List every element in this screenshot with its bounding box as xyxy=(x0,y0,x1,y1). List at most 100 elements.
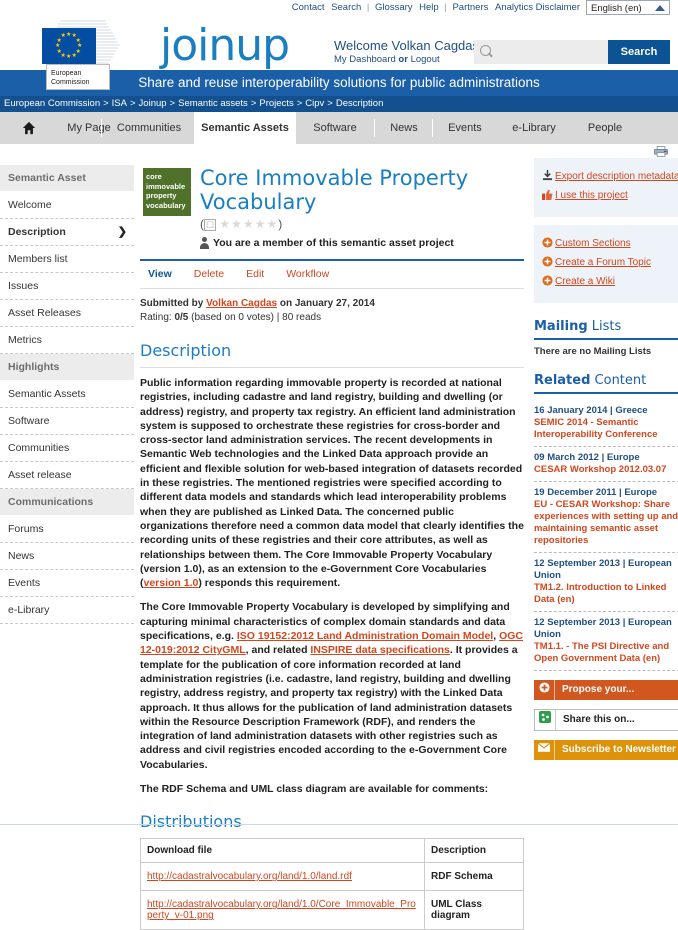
nav-tab-software[interactable]: Software xyxy=(296,112,374,144)
search-box[interactable] xyxy=(474,40,608,64)
cta-propose-your[interactable]: Propose your... xyxy=(534,680,678,700)
tab-delete[interactable]: Delete xyxy=(194,268,224,280)
submission-meta: Submitted by Volkan Cagdas on January 27… xyxy=(140,289,524,325)
related-content-item[interactable]: 12 September 2013 | European Union TM1.2.… xyxy=(534,553,678,612)
breadcrumb-item-joinup[interactable]: Joinup xyxy=(139,98,167,109)
nav-tab-people[interactable]: People xyxy=(572,112,638,144)
sidebar-item-forums[interactable]: Forums xyxy=(0,516,134,543)
table-header-row: Download file Description xyxy=(140,838,524,864)
nav-tab-semantic-assets[interactable]: Semantic Assets xyxy=(194,112,296,144)
search-input[interactable] xyxy=(496,43,606,63)
cta-share-this-on[interactable]: Share this on... xyxy=(534,709,678,731)
utility-link-partners[interactable]: Partners xyxy=(450,2,490,13)
nav-tab-news[interactable]: News xyxy=(376,112,432,144)
sidebar-item-events[interactable]: Events xyxy=(0,570,134,597)
breadcrumb-item-european-commission[interactable]: European Commission xyxy=(4,98,100,109)
related-content-item[interactable]: 16 January 2014 | Greece SEMIC 2014 - Sem… xyxy=(534,400,678,447)
inspire-data-specifications-link[interactable]: INSPIRE data specifications xyxy=(310,644,449,656)
related-content-item[interactable]: 19 December 2011 | Europe EU - CESAR Work… xyxy=(534,482,678,553)
language-selector[interactable]: English (en) xyxy=(586,0,670,15)
sidebar-item-label: Issues xyxy=(8,280,39,292)
nav-tab-communities[interactable]: Communities xyxy=(104,112,194,144)
star-rating-icons[interactable]: ★★★★★ xyxy=(219,217,278,231)
sidebar-item-label: Members list xyxy=(8,253,68,265)
utility-link-glossary[interactable]: Glossary xyxy=(373,2,414,13)
download-file-link[interactable]: http://cadastralvocabulary.org/land/1.0/… xyxy=(147,871,352,882)
logout-link[interactable]: Logout xyxy=(411,54,440,65)
related-item-title[interactable]: TM1.1. - The PSI Directive and Open Gove… xyxy=(534,641,678,665)
description-body: Public information regarding immovable p… xyxy=(140,376,524,796)
sidebar-item-description[interactable]: Description ❯ xyxy=(0,219,134,246)
nav-tab-events[interactable]: Events xyxy=(434,112,496,144)
sidebar-item-software[interactable]: Software xyxy=(0,408,134,435)
cta-subscribe-to-newsletter[interactable]: Subscribe to Newsletter xyxy=(534,740,678,760)
sidebar-item-issues[interactable]: Issues xyxy=(0,273,134,300)
membership-notice: You are a member of this semantic asset … xyxy=(200,231,524,249)
sidebar-item-metrics[interactable]: Metrics xyxy=(0,327,134,354)
search-button[interactable]: Search xyxy=(608,40,670,64)
sidebar-item-asset-releases[interactable]: Asset Releases xyxy=(0,300,134,327)
rating-stars[interactable]: (☐ ★★★★★) xyxy=(200,214,524,231)
sidebar-action-export-description-metadata[interactable]: Export description metadata xyxy=(542,170,678,184)
tab-view[interactable]: View xyxy=(148,268,172,280)
related-item-title[interactable]: SEMIC 2014 - Semantic Interoperability C… xyxy=(534,417,678,441)
utility-link-analytics-disclaimer[interactable]: Analytics Disclaimer xyxy=(493,2,582,13)
sidebar-action-label[interactable]: I use this project xyxy=(555,190,628,201)
printer-icon[interactable] xyxy=(654,146,668,157)
sidebar-item-news[interactable]: News xyxy=(0,543,134,570)
sidebar-action-i-use-this-project[interactable]: I use this project xyxy=(542,189,672,203)
tab-workflow[interactable]: Workflow xyxy=(286,268,329,280)
sidebar-item-members-list[interactable]: Members list xyxy=(0,246,134,273)
sidebar-item-communities[interactable]: Communities xyxy=(0,435,134,462)
sidebar-action-label[interactable]: Export description metadata xyxy=(555,171,678,182)
related-content-heading: Related Content xyxy=(534,373,678,388)
my-dashboard-link[interactable]: My Dashboard xyxy=(334,54,396,65)
main-navigation: My Page Communities Semantic Assets Soft… xyxy=(0,112,678,144)
description-rule xyxy=(140,367,524,368)
nav-tab-e-library[interactable]: e-Library xyxy=(496,112,572,144)
related-heading-rest: Content xyxy=(590,373,647,388)
sidebar-section-communications: Communications xyxy=(0,489,134,516)
related-content-item[interactable]: 09 March 2012 | Europe CESAR Workshop 201… xyxy=(534,447,678,482)
sidebar-action-label[interactable]: Custom Sections xyxy=(555,238,631,249)
sidebar-item-semantic-assets[interactable]: Semantic Assets xyxy=(0,381,134,408)
desc-p2-mid2: , and related xyxy=(245,644,311,657)
sidebar-item-label: News xyxy=(8,550,35,562)
related-item-title[interactable]: EU - CESAR Workshop: Share experiences w… xyxy=(534,499,678,547)
meta-separator: | xyxy=(276,312,280,323)
sidebar-action-label[interactable]: Create a Wiki xyxy=(555,276,615,287)
related-item-title[interactable]: CESAR Workshop 2012.03.07 xyxy=(534,464,678,476)
sidebar-action-label[interactable]: Create a Forum Topic xyxy=(555,257,651,268)
utility-link-search[interactable]: Search xyxy=(329,2,363,13)
related-item-title[interactable]: TM1.2. Introduction to Linked Data (en) xyxy=(534,582,678,606)
breadcrumb-item-semantic-assets[interactable]: Semantic assets xyxy=(178,98,248,109)
sidebar-item-asset-release[interactable]: Asset release xyxy=(0,462,134,489)
eu-star-icon: ★ xyxy=(55,43,61,49)
breadcrumb-item-cipv[interactable]: Cipv xyxy=(305,98,324,109)
top-utility-bar: Contact Search | Glossary Help | Partner… xyxy=(0,0,678,16)
thumbs-up-icon xyxy=(542,189,555,203)
utility-link-contact[interactable]: Contact xyxy=(290,2,327,13)
tab-edit[interactable]: Edit xyxy=(246,268,264,280)
asset-title-link[interactable]: Core Immovable Property Vocabulary xyxy=(200,166,468,214)
page-body: Semantic Asset Welcome Description ❯ Members… xyxy=(0,144,678,930)
european-commission-logo[interactable]: ★ ★ ★ ★ ★ ★ ★ ★ ★ ★ ★ ★ xyxy=(20,18,150,70)
breadcrumb-item-isa[interactable]: ISA xyxy=(112,98,127,109)
related-content-item[interactable]: 12 September 2013 | European Union TM1.1.… xyxy=(534,612,678,671)
home-icon[interactable] xyxy=(22,121,36,135)
download-file-link[interactable]: http://cadastralvocabulary.org/land/1.0/… xyxy=(147,899,416,921)
version-1-0-link[interactable]: version 1.0 xyxy=(144,577,199,589)
utility-link-help[interactable]: Help xyxy=(417,2,441,13)
breadcrumb-item-description[interactable]: Description xyxy=(336,98,384,109)
breadcrumb-item-projects[interactable]: Projects xyxy=(259,98,293,109)
sidebar-action-custom-sections[interactable]: Custom Sections xyxy=(542,237,672,251)
submitted-author-link[interactable]: Volkan Cagdas xyxy=(206,298,277,309)
joinup-logo[interactable]: joinup xyxy=(160,20,290,71)
sidebar-action-create-a-wiki[interactable]: Create a Wiki xyxy=(542,275,672,289)
sidebar-item-e-library[interactable]: e-Library xyxy=(0,597,134,624)
sidebar-item-welcome[interactable]: Welcome xyxy=(0,192,134,219)
iso-19152-link[interactable]: ISO 19152:2012 Land Administration Domai… xyxy=(237,630,493,642)
sidebar-action-create-a-forum-topic[interactable]: Create a Forum Topic xyxy=(542,256,672,270)
share-icon xyxy=(535,710,556,730)
column-header-download-file: Download file xyxy=(140,838,425,864)
